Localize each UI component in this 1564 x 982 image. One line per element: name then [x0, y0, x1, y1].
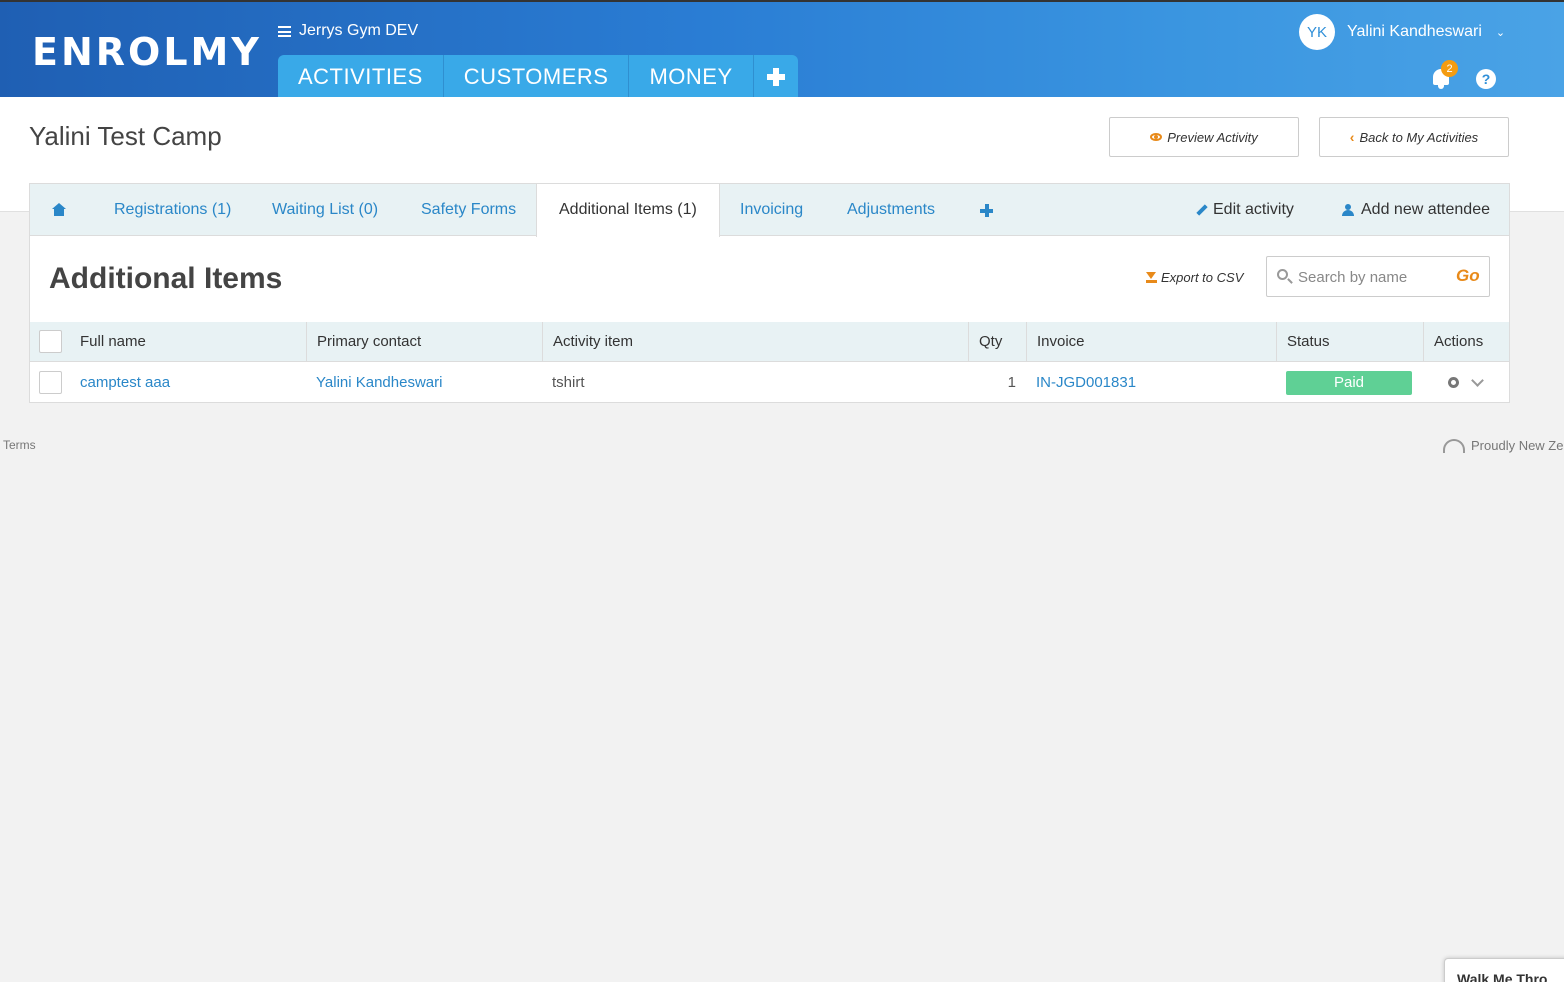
section-title: Additional Items	[49, 262, 283, 295]
export-csv-link[interactable]: Export to CSV	[1146, 270, 1243, 285]
walkme-widget[interactable]: Walk Me Thro	[1444, 958, 1564, 982]
tab-bar: Registrations (1) Waiting List (0) Safet…	[30, 184, 1509, 237]
preview-activity-label: Preview Activity	[1167, 129, 1258, 145]
home-icon[interactable]	[52, 203, 66, 216]
org-name[interactable]: Jerrys Gym DEV	[299, 22, 418, 40]
row-activity-item: tshirt	[552, 374, 585, 391]
row-full-name[interactable]: camptest aaa	[70, 363, 170, 403]
eye-icon	[1150, 133, 1163, 141]
col-qty[interactable]: Qty	[968, 322, 1002, 362]
tab-registrations[interactable]: Registrations (1)	[114, 184, 231, 236]
row-invoice[interactable]: IN-JGD001831	[1026, 363, 1136, 403]
nav-money[interactable]: MONEY	[629, 55, 754, 99]
col-actions: Actions	[1423, 322, 1483, 362]
chevron-down-icon[interactable]: ⌄	[1496, 26, 1505, 39]
col-activity-item[interactable]: Activity item	[542, 322, 633, 362]
col-invoice[interactable]: Invoice	[1026, 322, 1085, 362]
tab-additional-items[interactable]: Additional Items (1)	[536, 184, 720, 237]
row-checkbox[interactable]	[39, 371, 62, 394]
row-primary-contact[interactable]: Yalini Kandheswari	[306, 363, 442, 403]
search-box: Go	[1266, 256, 1490, 297]
export-csv-label: Export to CSV	[1161, 270, 1244, 285]
fern-icon	[1443, 438, 1465, 453]
gear-icon[interactable]	[1448, 377, 1459, 388]
download-icon	[1146, 272, 1157, 283]
top-header: ENROLMY Jerrys Gym DEV ACTIVITIES CUSTOM…	[0, 0, 1564, 99]
hamburger-icon[interactable]	[278, 25, 291, 37]
page-title: Yalini Test Camp	[29, 121, 222, 151]
row-qty: 1	[1007, 374, 1016, 391]
select-all-checkbox[interactable]	[39, 330, 62, 353]
nav-add-button[interactable]	[753, 55, 798, 99]
back-to-activities-button[interactable]: ‹ Back to My Activities	[1319, 117, 1509, 157]
tab-safety-forms[interactable]: Safety Forms	[421, 184, 516, 236]
search-icon	[1277, 269, 1288, 280]
preview-activity-button[interactable]: Preview Activity	[1109, 117, 1299, 157]
enrolmy-logo[interactable]: ENROLMY	[32, 30, 262, 74]
chevron-down-icon[interactable]	[1472, 376, 1483, 387]
org-switcher[interactable]: Jerrys Gym DEV	[278, 22, 418, 40]
col-status[interactable]: Status	[1276, 322, 1330, 362]
terms-link[interactable]: Terms	[3, 438, 36, 452]
table-header: Full name Primary contact Activity item …	[30, 322, 1509, 362]
help-icon[interactable]: ?	[1476, 69, 1496, 89]
col-primary-contact[interactable]: Primary contact	[306, 322, 421, 362]
search-input[interactable]	[1298, 265, 1448, 289]
tab-adjustments[interactable]: Adjustments	[847, 184, 935, 236]
edit-activity-label: Edit activity	[1213, 201, 1294, 218]
tab-invoicing[interactable]: Invoicing	[740, 184, 803, 236]
table-row: camptest aaa Yalini Kandheswari tshirt 1…	[30, 363, 1509, 403]
nav-customers[interactable]: CUSTOMERS	[443, 55, 630, 99]
back-label: Back to My Activities	[1359, 129, 1479, 145]
add-tab-plus-icon[interactable]	[980, 204, 993, 217]
main-nav: ACTIVITIES CUSTOMERS MONEY	[278, 55, 798, 99]
proudly-nz: Proudly New Ze	[1443, 438, 1563, 453]
edit-activity-button[interactable]: Edit activity	[1196, 184, 1294, 236]
proudly-text: Proudly New Ze	[1471, 438, 1564, 453]
avatar[interactable]: YK	[1299, 14, 1335, 50]
notification-badge: 2	[1441, 60, 1458, 77]
users-icon	[1340, 204, 1356, 216]
add-attendee-label: Add new attendee	[1361, 201, 1490, 218]
nav-activities[interactable]: ACTIVITIES	[278, 55, 444, 99]
col-full-name[interactable]: Full name	[70, 322, 146, 362]
user-menu[interactable]: YK Yalini Kandheswari ⌄	[1299, 14, 1505, 50]
tab-waiting-list[interactable]: Waiting List (0)	[272, 184, 378, 236]
activity-panel: Registrations (1) Waiting List (0) Safet…	[29, 183, 1510, 403]
pencil-icon	[1196, 204, 1208, 216]
status-badge: Paid	[1286, 371, 1412, 395]
chevron-left-icon: ‹	[1349, 129, 1355, 145]
search-go-button[interactable]: Go	[1456, 266, 1480, 286]
add-attendee-button[interactable]: Add new attendee	[1340, 184, 1490, 236]
user-name[interactable]: Yalini Kandheswari	[1347, 23, 1482, 41]
plus-icon	[766, 68, 785, 86]
